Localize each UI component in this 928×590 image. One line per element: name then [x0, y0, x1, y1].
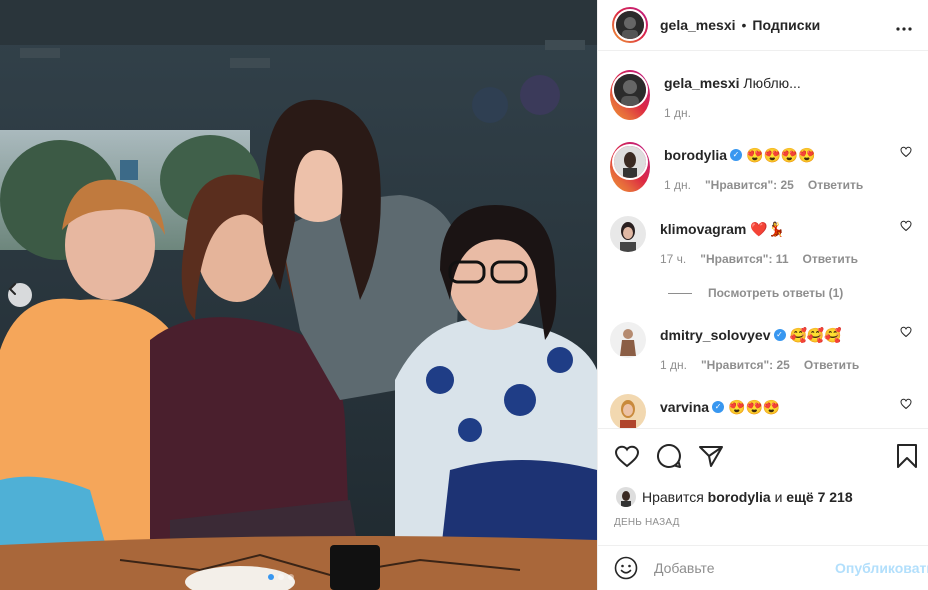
- comment-text: ❤️💃: [750, 221, 786, 237]
- comment-likes[interactable]: "Нравится": 25: [705, 178, 794, 192]
- post-actions-section: Нравится borodylia и ещё 7 218 ДЕНЬ НАЗА…: [598, 428, 928, 544]
- comment-like-button[interactable]: [900, 219, 912, 235]
- reply-button[interactable]: Ответить: [804, 358, 859, 372]
- post-timestamp[interactable]: ДЕНЬ НАЗАД: [614, 517, 680, 528]
- replies-divider: [668, 292, 692, 294]
- comment-avatar[interactable]: [610, 142, 650, 192]
- comment-time[interactable]: 17 ч.: [660, 252, 686, 266]
- likes-and: и: [774, 489, 783, 505]
- comment-item: varvina ✓ 😍😍😍: [610, 394, 916, 428]
- caption: gela_mesxi Люблю... 1 дн.: [610, 70, 916, 120]
- comment-like-button[interactable]: [900, 397, 912, 413]
- heart-icon: [900, 220, 912, 232]
- reply-button[interactable]: Ответить: [803, 252, 858, 266]
- add-comment-bar: Опубликовать: [598, 545, 928, 590]
- comment-time[interactable]: 1 дн.: [660, 358, 687, 372]
- comment-button[interactable]: [656, 443, 682, 469]
- comment-username[interactable]: klimovagram: [660, 221, 746, 237]
- post-comment-button[interactable]: Опубликовать: [835, 560, 928, 576]
- author-username[interactable]: gela_mesxi: [660, 17, 736, 33]
- avatar-image: [616, 11, 644, 39]
- caption-avatar[interactable]: [610, 70, 650, 120]
- paper-plane-icon: [699, 446, 723, 467]
- comments-list[interactable]: gela_mesxi Люблю... 1 дн. borodylia ✓ 😍😍😍😍…: [598, 52, 928, 428]
- carousel-prev-button[interactable]: [8, 283, 32, 307]
- comment-avatar[interactable]: [610, 394, 646, 428]
- heart-icon: [900, 398, 912, 410]
- likes-others[interactable]: ещё 7 218: [786, 489, 852, 505]
- post-side-panel: gela_mesxi • Подписки gela_mesxi Люблю..…: [597, 0, 928, 590]
- comment-time[interactable]: 1 дн.: [664, 178, 691, 192]
- comment-text: 🥰🥰🥰: [789, 327, 842, 343]
- comment-item: borodylia ✓ 😍😍😍😍 1 дн. "Нравится": 25 Отве…: [610, 142, 916, 192]
- view-replies-button[interactable]: Посмотреть ответы (1): [668, 286, 843, 300]
- likes-user[interactable]: borodylia: [708, 489, 771, 505]
- heart-icon: [900, 146, 912, 158]
- comment-username[interactable]: dmitry_solovyev: [660, 327, 771, 343]
- heart-icon: [614, 445, 640, 468]
- comment-like-button[interactable]: [900, 145, 912, 161]
- emoji-picker-button[interactable]: [614, 556, 638, 580]
- group-photo-illustration: [0, 0, 597, 590]
- share-button[interactable]: [698, 444, 724, 468]
- avatar-image: [610, 394, 646, 428]
- liker-avatar[interactable]: [616, 487, 636, 507]
- comment-likes[interactable]: "Нравится": 11: [700, 252, 788, 266]
- comment-avatar[interactable]: [610, 322, 646, 372]
- view-replies-label: Посмотреть ответы (1): [708, 286, 844, 300]
- like-button[interactable]: [614, 444, 640, 468]
- comment-username[interactable]: borodylia: [664, 147, 727, 163]
- likes-prefix: Нравится: [642, 489, 704, 505]
- following-button[interactable]: Подписки: [752, 17, 820, 33]
- author-avatar[interactable]: [612, 7, 648, 43]
- comment-input[interactable]: [654, 560, 835, 576]
- caption-text: Люблю...: [743, 75, 801, 91]
- save-button[interactable]: [896, 443, 918, 469]
- avatar-image: [614, 74, 646, 106]
- caption-username[interactable]: gela_mesxi: [664, 75, 740, 91]
- comment-likes[interactable]: "Нравится": 25: [701, 358, 790, 372]
- action-bar: [614, 443, 918, 469]
- carousel-dot: [268, 574, 274, 580]
- avatar-image: [610, 322, 646, 358]
- header-separator: •: [741, 17, 747, 33]
- more-horizontal-icon: [896, 26, 912, 31]
- post-header: gela_mesxi • Подписки: [598, 0, 928, 51]
- more-options-button[interactable]: [896, 20, 912, 31]
- carousel-dots: [268, 574, 294, 580]
- avatar-image: [610, 216, 646, 252]
- comment-username[interactable]: varvina: [660, 399, 709, 415]
- chevron-left-icon: [8, 283, 16, 295]
- carousel-dot: [278, 574, 284, 580]
- carousel-dot: [288, 574, 294, 580]
- heart-icon: [900, 326, 912, 338]
- smiley-icon: [614, 556, 638, 580]
- avatar-image: [614, 146, 646, 178]
- likes-summary[interactable]: Нравится borodylia и ещё 7 218: [616, 487, 853, 507]
- comment-item: dmitry_solovyev ✓ 🥰🥰🥰 1 дн. "Нравится": 25…: [610, 322, 916, 372]
- bookmark-icon: [897, 444, 917, 468]
- verified-badge-icon: ✓: [730, 149, 743, 162]
- verified-badge-icon: ✓: [712, 401, 725, 414]
- comment-bubble-icon: [657, 443, 681, 468]
- comment-item: klimovagram ❤️💃 17 ч. "Нравится": 11 Отв…: [610, 216, 916, 266]
- avatar-image: [616, 487, 636, 507]
- comment-like-button[interactable]: [900, 325, 912, 341]
- comment-text: 😍😍😍: [728, 399, 781, 415]
- reply-button[interactable]: Ответить: [808, 178, 863, 192]
- caption-time[interactable]: 1 дн.: [664, 106, 691, 120]
- post-photo[interactable]: [0, 0, 597, 590]
- comment-text: 😍😍😍😍: [746, 147, 816, 163]
- comment-avatar[interactable]: [610, 216, 646, 266]
- verified-badge-icon: ✓: [773, 329, 786, 342]
